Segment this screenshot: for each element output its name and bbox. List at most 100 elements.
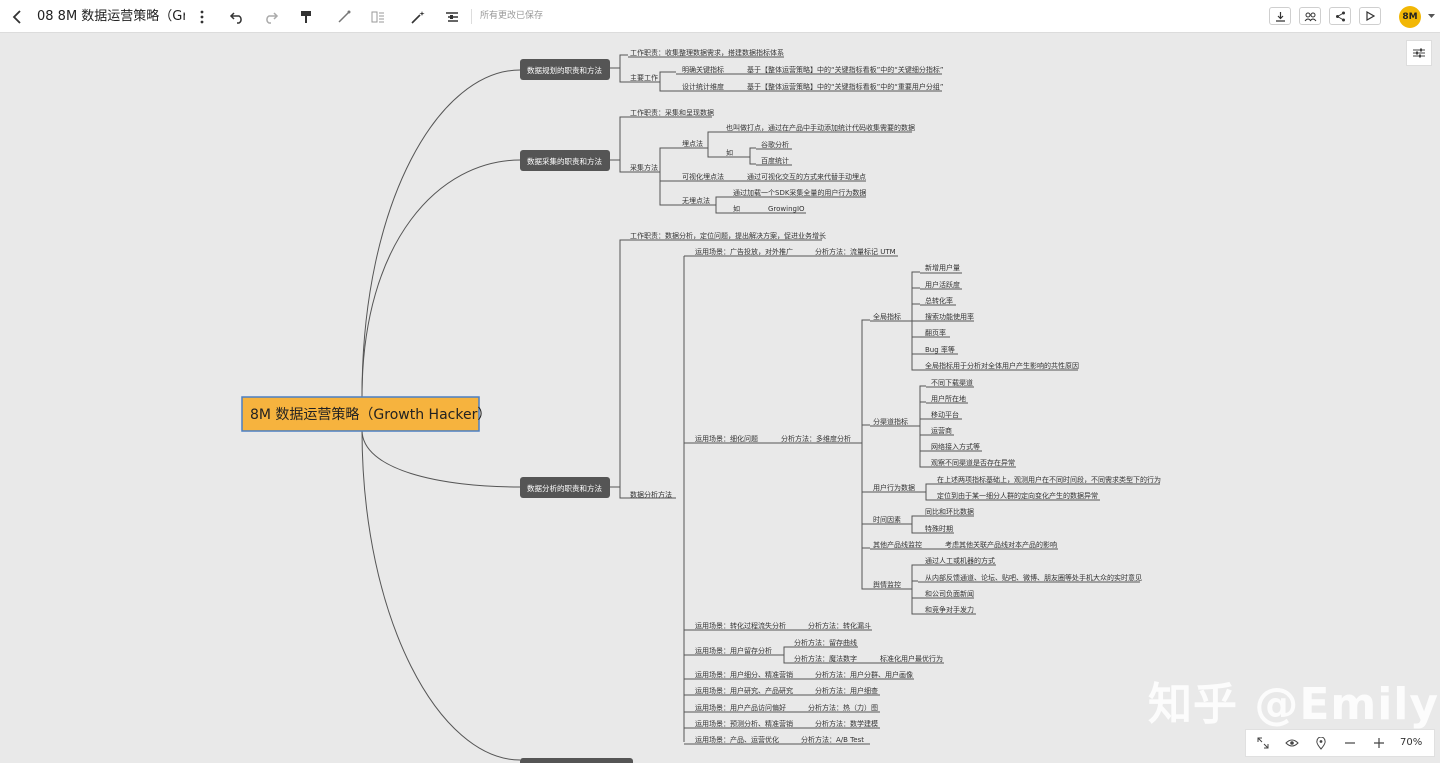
node[interactable]: 运营商 bbox=[931, 426, 952, 435]
node[interactable]: 也叫做打点，通过在产品中手动添加统计代码收集需要的数据 bbox=[726, 123, 915, 132]
node[interactable]: 运用场景：用户研究、产品研究 bbox=[695, 686, 793, 695]
layout-icon[interactable] bbox=[370, 0, 386, 33]
node[interactable]: 翻页率 bbox=[925, 328, 946, 337]
root-node[interactable]: 8M 数据运营策略（Growth Hacker） bbox=[241, 396, 491, 432]
node[interactable]: 明确关键指标 bbox=[682, 65, 724, 74]
node[interactable]: 数据分析方法 bbox=[630, 490, 672, 499]
node[interactable]: 分析方法：数学建模 bbox=[815, 719, 878, 728]
node[interactable]: 标准化用户最优行为 bbox=[880, 654, 943, 663]
node[interactable]: 时间因素 bbox=[873, 515, 901, 524]
node[interactable]: 用户所在地 bbox=[931, 394, 966, 403]
branch-node-collection[interactable]: 数据采集的职责和方法 bbox=[520, 150, 610, 171]
node[interactable]: 主要工作 bbox=[630, 73, 658, 82]
save-status: 所有更改已保存 bbox=[480, 11, 544, 21]
node[interactable]: 工作职责：数据分析，定位问题，提出解决方案，促进业务增长 bbox=[630, 231, 826, 240]
branch-label: 数据分析的职责和方法 bbox=[527, 483, 602, 493]
magic-style-icon[interactable] bbox=[410, 0, 426, 33]
node[interactable]: 通过加载一个SDK采集全量的用户行为数据 bbox=[733, 188, 866, 197]
branch-node-partial[interactable] bbox=[520, 758, 633, 763]
node[interactable]: 分析方法：热（力）图 bbox=[808, 703, 878, 712]
node[interactable]: 如 bbox=[733, 204, 740, 213]
more-options-icon[interactable] bbox=[194, 0, 210, 33]
node[interactable]: 运用场景：广告投放，对外推广 bbox=[695, 247, 793, 256]
node[interactable]: 搜索功能使用率 bbox=[925, 312, 974, 321]
node[interactable]: 埋点法 bbox=[682, 139, 703, 148]
node[interactable]: 工作职责：采集和呈现数据 bbox=[630, 108, 714, 117]
redo-icon[interactable] bbox=[262, 0, 280, 33]
node[interactable]: 分析方法：转化漏斗 bbox=[808, 621, 871, 630]
node[interactable]: 观察不同渠道是否存在异常 bbox=[931, 458, 1015, 467]
eye-icon[interactable] bbox=[1283, 730, 1301, 756]
node[interactable]: 分析方法：用户分群、用户画像 bbox=[815, 670, 913, 679]
node[interactable]: 总转化率 bbox=[925, 296, 953, 305]
node[interactable]: 设计统计维度 bbox=[682, 82, 724, 91]
node[interactable]: 全局指标用于分析对全体用户产生影响的共性原因 bbox=[925, 361, 1079, 370]
locate-icon[interactable] bbox=[1312, 730, 1330, 756]
node[interactable]: 用户行为数据 bbox=[873, 483, 915, 492]
node[interactable]: 移动平台 bbox=[931, 410, 959, 419]
node[interactable]: 基于【整体运营策略】中的“关键指标看板”中的“关键细分指标” bbox=[747, 65, 944, 74]
document-title[interactable]: 08 8M 数据运营策略（Growth Hacker） bbox=[37, 0, 185, 33]
back-icon[interactable] bbox=[8, 0, 28, 33]
line-style-icon[interactable] bbox=[336, 0, 352, 33]
present-button[interactable] bbox=[1359, 7, 1381, 25]
node[interactable]: 同比和环比数据 bbox=[925, 507, 974, 516]
node[interactable]: 百度统计 bbox=[761, 156, 789, 165]
node[interactable]: 和公司负面新闻 bbox=[925, 589, 974, 598]
undo-icon[interactable] bbox=[228, 0, 246, 33]
node[interactable]: 在上述两项指标基础上，观测用户在不同时间段，不同需求类型下的行为 bbox=[937, 475, 1161, 484]
node[interactable]: 运用场景：用户细分、精准营销 bbox=[695, 670, 793, 679]
node[interactable]: 新增用户量 bbox=[925, 263, 960, 272]
node[interactable]: GrowingIO bbox=[768, 205, 805, 213]
node[interactable]: 运用场景：用户产品访问偏好 bbox=[695, 703, 786, 712]
node[interactable]: 分析方法：A/B Test bbox=[801, 735, 864, 744]
branch-node-analysis[interactable]: 数据分析的职责和方法 bbox=[520, 477, 610, 498]
branch-node-planning[interactable]: 数据规划的职责和方法 bbox=[520, 59, 610, 80]
node[interactable]: 运用场景：产品、运营优化 bbox=[695, 735, 779, 744]
node[interactable]: 分渠道指标 bbox=[873, 417, 908, 426]
zoom-in-icon[interactable] bbox=[1370, 730, 1388, 756]
node[interactable]: 运用场景：预测分析、精准营销 bbox=[695, 719, 793, 728]
share-button[interactable] bbox=[1329, 7, 1351, 25]
avatar[interactable]: 8M bbox=[1399, 6, 1421, 28]
node[interactable]: 网络接入方式等 bbox=[931, 442, 980, 451]
mindmap-canvas[interactable]: 8M 数据运营策略（Growth Hacker） 数据规划的职责和方法 数据采集… bbox=[0, 34, 1440, 763]
node[interactable]: 运用场景：转化过程流失分析 bbox=[695, 621, 786, 630]
node[interactable]: 和竞争对手发力 bbox=[925, 605, 974, 614]
node[interactable]: 通过可视化交互的方式来代替手动埋点 bbox=[747, 172, 866, 181]
node[interactable]: 不同下载渠道 bbox=[931, 378, 973, 387]
node[interactable]: 无埋点法 bbox=[682, 196, 710, 205]
node[interactable]: 分析方法：用户细查 bbox=[815, 686, 878, 695]
node[interactable]: 分析方法：流量标记 UTM bbox=[815, 247, 896, 256]
download-button[interactable] bbox=[1269, 7, 1291, 25]
node[interactable]: 定位到由于某一细分人群的定向变化产生的数据异常 bbox=[937, 491, 1098, 500]
node[interactable]: 分析方法：魔法数字 bbox=[794, 654, 857, 663]
format-painter-icon[interactable] bbox=[298, 0, 314, 33]
outline-icon[interactable] bbox=[444, 0, 460, 33]
node[interactable]: 如 bbox=[726, 148, 733, 157]
collaborate-button[interactable] bbox=[1299, 7, 1321, 25]
node[interactable]: 采集方法 bbox=[630, 163, 658, 172]
node[interactable]: 考虑其他关联产品线对本产品的影响 bbox=[945, 540, 1057, 549]
node[interactable]: 舆情监控 bbox=[873, 580, 901, 589]
settings-panel-button[interactable] bbox=[1406, 40, 1432, 66]
node[interactable]: 分析方法：多维度分析 bbox=[781, 434, 851, 443]
node[interactable]: 从内部反馈通道、论坛、贴吧、微博、朋友圈等处手机大众的实时意见 bbox=[925, 573, 1142, 582]
node[interactable]: 工作职责：收集整理数据需求，搭建数据指标体系 bbox=[630, 48, 784, 57]
node[interactable]: 用户活跃度 bbox=[925, 280, 960, 289]
node[interactable]: 可视化埋点法 bbox=[682, 172, 724, 181]
node[interactable]: 运用场景：用户留存分析 bbox=[695, 646, 772, 655]
node[interactable]: 通过人工或机器的方式 bbox=[925, 556, 995, 565]
node[interactable]: 谷歌分析 bbox=[761, 140, 789, 149]
zoom-out-icon[interactable] bbox=[1341, 730, 1359, 756]
node[interactable]: 其他产品线监控 bbox=[873, 540, 922, 549]
node[interactable]: Bug 率等 bbox=[925, 345, 955, 354]
node[interactable]: 基于【整体运营策略】中的“关键指标看板”中的“重要用户分组” bbox=[747, 82, 944, 91]
node[interactable]: 全局指标 bbox=[873, 312, 901, 321]
node[interactable]: 运用场景：细化问题 bbox=[695, 434, 758, 443]
fit-screen-icon[interactable] bbox=[1254, 730, 1272, 756]
node[interactable]: 特殊时期 bbox=[925, 524, 953, 533]
node[interactable]: 分析方法：留存曲线 bbox=[794, 638, 857, 647]
chevron-down-icon[interactable] bbox=[1425, 0, 1437, 33]
zoom-level[interactable]: 70% bbox=[1400, 730, 1422, 756]
